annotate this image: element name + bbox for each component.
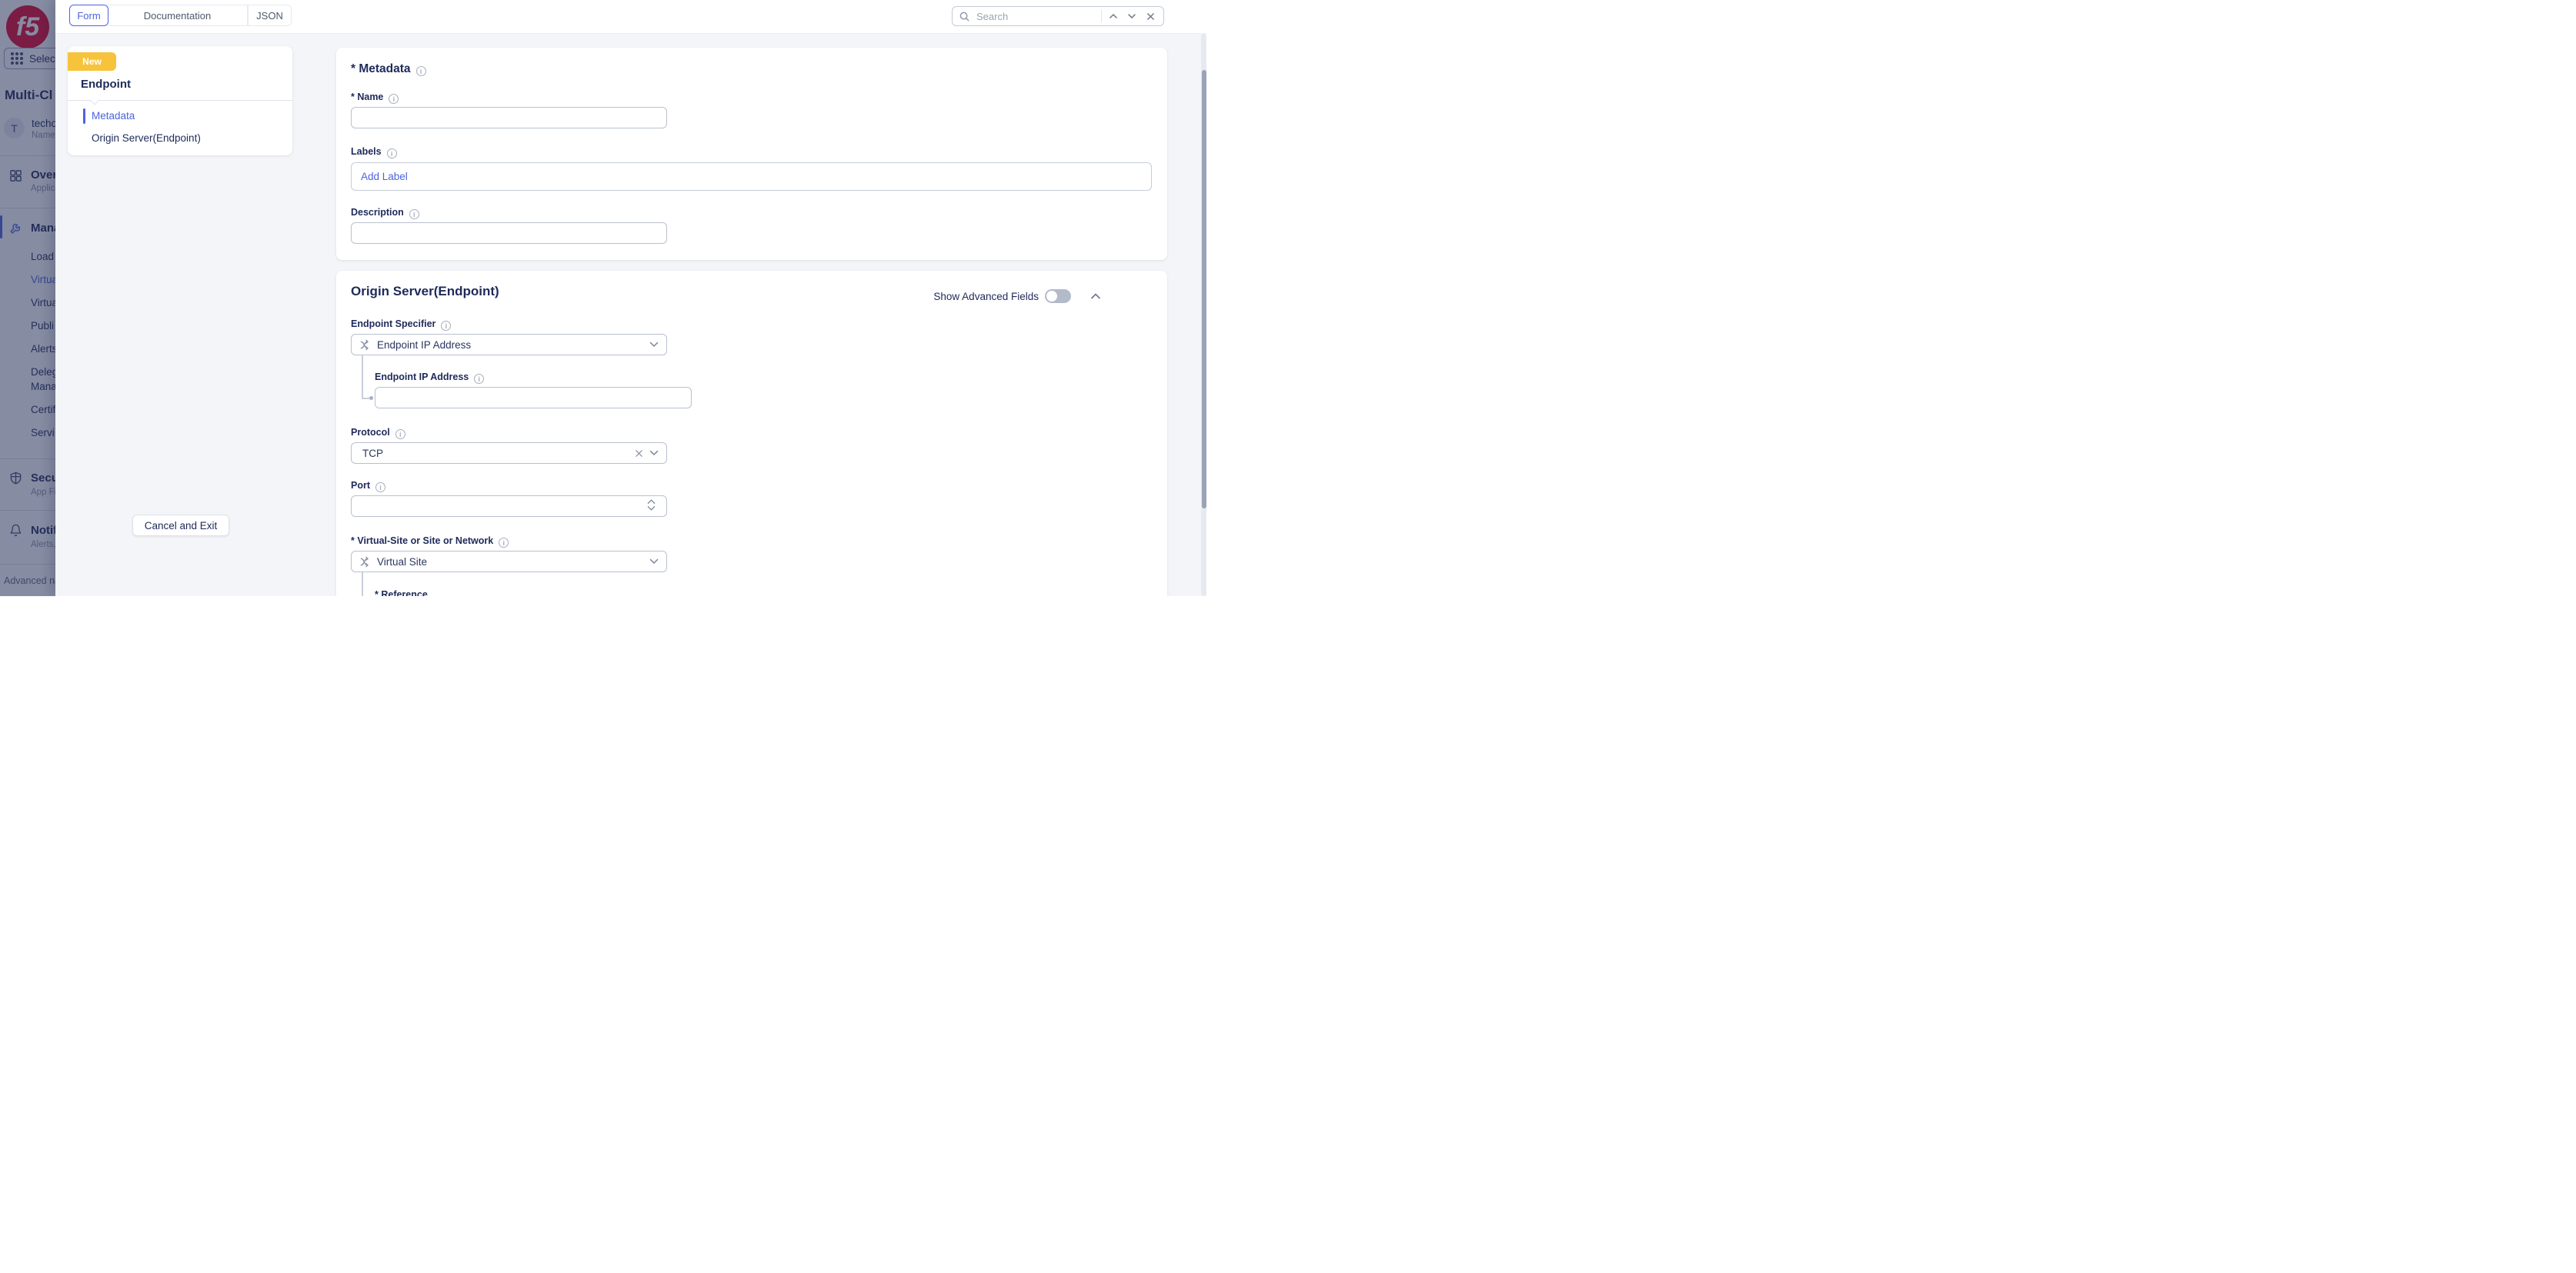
view-tabs: Form Documentation JSON (69, 5, 292, 26)
virtual-site-info-icon[interactable]: i (499, 538, 509, 548)
labels-box[interactable]: Add Label (351, 162, 1152, 191)
collapse-section-chevron[interactable] (1090, 292, 1101, 300)
description-input[interactable] (351, 222, 667, 244)
description-info-icon[interactable]: i (409, 209, 419, 219)
specifier-connector-line (362, 355, 363, 398)
port-info-icon[interactable]: i (375, 482, 385, 492)
chevron-down-icon (649, 558, 659, 565)
endpoint-ip-info-icon[interactable]: i (474, 374, 484, 384)
name-info-icon[interactable]: i (389, 94, 399, 104)
search-divider (1101, 10, 1102, 22)
endpoint-specifier-dropdown[interactable]: Endpoint IP Address (351, 334, 667, 355)
wizard-card: New Endpoint Metadata Origin Server(Endp… (68, 46, 292, 155)
chevron-down-icon (649, 342, 659, 348)
modal-header: Form Documentation JSON (55, 0, 1206, 34)
port-label: Porti (351, 480, 385, 492)
wizard-divider (68, 100, 292, 101)
one-of-branch-icon (359, 339, 371, 351)
search-prev-button[interactable] (1106, 9, 1120, 23)
stepper-down-icon[interactable] (647, 505, 656, 512)
clear-selection-icon[interactable] (635, 449, 643, 458)
protocol-value: TCP (359, 448, 629, 459)
metadata-section-card: * Metadatai * Namei Labelsi Add Label De… (336, 48, 1167, 260)
port-stepper (647, 498, 656, 512)
virtual-site-label: * Virtual-Site or Site or Networki (351, 535, 509, 548)
endpoint-ip-label: Endpoint IP Addressi (375, 372, 484, 384)
endpoint-specifier-label: Endpoint Specifieri (351, 318, 451, 331)
step-origin-server[interactable]: Origin Server(Endpoint) (92, 132, 201, 144)
labels-field-label: Labelsi (351, 146, 397, 158)
stepper-up-icon[interactable] (647, 498, 656, 505)
metadata-info-icon[interactable]: i (416, 66, 426, 76)
search-input[interactable] (975, 10, 1096, 23)
search-box (952, 6, 1164, 26)
tab-documentation[interactable]: Documentation (108, 5, 248, 26)
protocol-info-icon[interactable]: i (395, 429, 405, 439)
one-of-branch-icon (359, 556, 371, 568)
name-input[interactable] (351, 107, 667, 128)
origin-section-title: Origin Server(Endpoint) (351, 284, 499, 299)
protocol-dropdown[interactable]: TCP (351, 442, 667, 464)
cancel-and-exit-button[interactable]: Cancel and Exit (132, 515, 229, 536)
port-input[interactable] (351, 495, 667, 517)
show-advanced-fields-label: Show Advanced Fields (933, 291, 1039, 302)
wizard-title: Endpoint (81, 78, 131, 91)
current-step-indicator (83, 108, 85, 124)
virtual-site-value: Virtual Site (377, 556, 643, 568)
virtual-site-connector-line (362, 572, 363, 596)
app-screen: f5 Select Multi-Cl T techo Name Over App… (0, 0, 1206, 596)
metadata-section-title: * Metadatai (351, 62, 426, 76)
reference-label: * Reference (375, 589, 428, 596)
step-metadata[interactable]: Metadata (92, 110, 135, 122)
modal-scrollbar-thumb[interactable] (1202, 70, 1206, 508)
endpoint-specifier-info-icon[interactable]: i (441, 321, 451, 331)
specifier-connector-elbow (362, 398, 369, 399)
endpoint-specifier-value: Endpoint IP Address (377, 339, 643, 351)
labels-info-icon[interactable]: i (387, 148, 397, 158)
add-label-button[interactable]: Add Label (361, 171, 408, 182)
protocol-label: Protocoli (351, 427, 405, 439)
modal-backdrop[interactable] (0, 0, 55, 596)
new-badge: New (68, 52, 116, 71)
search-next-button[interactable] (1125, 9, 1139, 23)
modal-scrollbar-track[interactable] (1201, 34, 1206, 596)
search-icon (959, 11, 970, 22)
virtual-site-dropdown[interactable]: Virtual Site (351, 551, 667, 572)
name-field-label: * Namei (351, 92, 399, 104)
tab-form[interactable]: Form (69, 5, 108, 26)
endpoint-ip-input[interactable] (375, 387, 692, 408)
chevron-down-icon (649, 450, 659, 456)
specifier-connector-dot (369, 396, 373, 400)
endpoint-modal: Form Documentation JSON (55, 0, 1206, 596)
description-field-label: Descriptioni (351, 207, 419, 219)
search-close-button[interactable] (1143, 9, 1157, 23)
origin-server-section-card: Origin Server(Endpoint) Show Advanced Fi… (336, 271, 1167, 596)
show-advanced-fields-toggle[interactable] (1045, 289, 1071, 303)
wizard-divider-notch (90, 96, 98, 105)
tab-json[interactable]: JSON (248, 5, 292, 26)
